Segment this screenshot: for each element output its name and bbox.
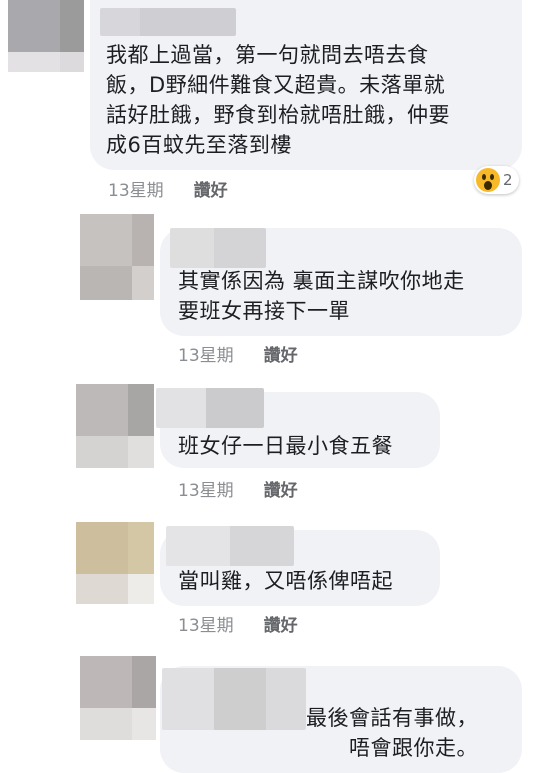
- comment-text: 當叫雞，又唔係俾唔起: [178, 569, 393, 593]
- timestamp[interactable]: 13星期: [178, 476, 234, 501]
- reaction-count: 2: [503, 171, 513, 189]
- commenter-name[interactable]: [156, 388, 264, 428]
- commenter-name[interactable]: [100, 8, 236, 36]
- comment-text: 其實係因為 裏面主謀吹你地走 要班女再接下一單: [178, 269, 465, 323]
- like-link[interactable]: 讚好: [264, 611, 298, 636]
- commenter-name[interactable]: [170, 228, 266, 268]
- comment-actions: 13星期 讚好: [108, 176, 228, 201]
- avatar[interactable]: [76, 522, 154, 604]
- like-link[interactable]: 讚好: [194, 176, 228, 201]
- comment-actions: 13星期 讚好: [178, 341, 298, 366]
- like-link[interactable]: 讚好: [264, 476, 298, 501]
- comment-text: 班女仔一日最小食五餐: [178, 434, 393, 458]
- avatar[interactable]: [80, 656, 156, 740]
- commenter-name[interactable]: [166, 526, 294, 566]
- comment-actions: 13星期 讚好: [178, 611, 298, 636]
- comment-actions: 13星期 讚好: [178, 476, 298, 501]
- timestamp[interactable]: 13星期: [178, 611, 234, 636]
- avatar[interactable]: [76, 384, 154, 468]
- like-link[interactable]: 讚好: [264, 341, 298, 366]
- avatar[interactable]: [80, 214, 154, 300]
- timestamp[interactable]: 13星期: [178, 341, 234, 366]
- timestamp[interactable]: 13星期: [108, 176, 164, 201]
- wow-emoji-icon: [476, 168, 500, 192]
- comment-text: 最後會話有事做， 唔會跟你走。: [306, 706, 478, 760]
- avatar[interactable]: [8, 0, 84, 72]
- comment-text: 我都上過當，第一句就問去唔去食 飯，D野細件難食又超貴。未落單就 話好肚餓，野食…: [106, 43, 450, 157]
- reaction-summary[interactable]: 2: [474, 166, 519, 194]
